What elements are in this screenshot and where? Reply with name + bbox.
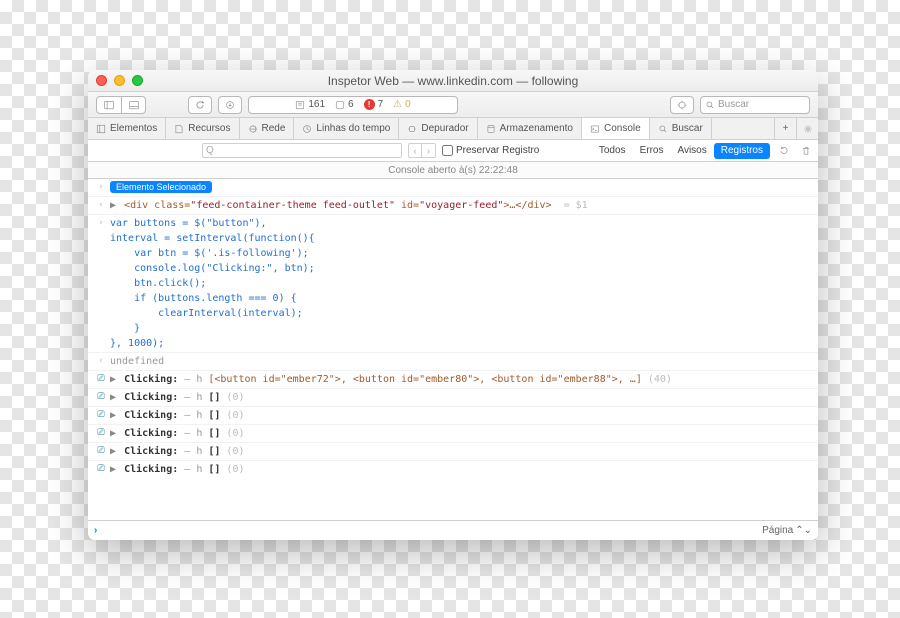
seg-erros[interactable]: Erros (633, 143, 671, 159)
execution-context-selector[interactable]: Página ⌃⌄ (762, 525, 812, 536)
tab-linhas[interactable]: Linhas do tempo (294, 118, 399, 139)
log-row[interactable]: ⎚ ▶ Clicking: – h [] (0) (88, 443, 818, 461)
chevron-updown-icon: ⌃⌄ (795, 525, 812, 536)
selected-element-badge: Elemento Selecionado (110, 181, 212, 193)
sidebar-left-icon[interactable] (97, 97, 121, 113)
preserve-log-checkbox[interactable]: Preservar Registro (442, 145, 539, 156)
issues-count: 6 (335, 99, 354, 110)
close-icon[interactable] (96, 75, 107, 86)
log-row[interactable]: ⎚ ▶ Clicking: – h [] (0) (88, 461, 818, 478)
script-input-row[interactable]: › var buttons = $("button"), interval = … (88, 215, 818, 353)
undefined-row: ‹ undefined (88, 353, 818, 371)
div-preview-row[interactable]: ‹ ▶ <div class="feed-container-theme fee… (88, 197, 818, 215)
toolbar-search[interactable]: Buscar (700, 96, 810, 114)
tab-buscar[interactable]: Buscar (650, 118, 712, 139)
zoom-icon[interactable] (132, 75, 143, 86)
errors-count: !7 (364, 99, 384, 110)
search-icon (705, 100, 715, 110)
trash-icon[interactable] (798, 143, 814, 159)
log-row[interactable]: ⎚ ▶ Clicking: – h [] (0) (88, 407, 818, 425)
console-prompt-bar: › Página ⌃⌄ (88, 520, 818, 540)
console-filter-input[interactable]: Q (202, 143, 402, 158)
gear-icon[interactable] (796, 118, 818, 139)
tab-elementos[interactable]: Elementos (88, 118, 166, 139)
tab-console[interactable]: Console (582, 118, 650, 139)
prompt-chevron-icon[interactable]: › (94, 525, 97, 536)
seg-todos[interactable]: Todos (592, 143, 633, 159)
devtools-window: Inspetor Web — www.linkedin.com — follow… (88, 70, 818, 540)
warnings-count: ⚠0 (393, 99, 411, 110)
traffic-lights (96, 75, 143, 86)
tab-rede[interactable]: Rede (240, 118, 295, 139)
address-summary[interactable]: 161 6 !7 ⚠0 (248, 96, 458, 114)
filter-nav: ‹ › (408, 143, 436, 158)
titlebar: Inspetor Web — www.linkedin.com — follow… (88, 70, 818, 92)
log-level-segment: Todos Erros Avisos Registros (592, 143, 770, 159)
panel-tabs: Elementos Recursos Rede Linhas do tempo … (88, 118, 818, 140)
log-row[interactable]: ⎚ ▶ Clicking: – h [] (0) (88, 425, 818, 443)
selected-element-row: › Elemento Selecionado (88, 179, 818, 197)
window-title: Inspetor Web — www.linkedin.com — follow… (328, 74, 579, 88)
log-row[interactable]: ⎚ ▶ Clicking: – h [] (0) (88, 389, 818, 407)
seg-avisos[interactable]: Avisos (670, 143, 713, 159)
console-output[interactable]: › Elemento Selecionado ‹ ▶ <div class="f… (88, 179, 818, 520)
tab-armazenamento[interactable]: Armazenamento (478, 118, 582, 139)
error-icon: ! (364, 99, 375, 110)
download-icon[interactable] (218, 96, 242, 114)
log-row-first[interactable]: ⎚ ▶ Clicking: – h [<button id="ember72">… (88, 371, 818, 389)
next-icon[interactable]: › (422, 143, 436, 158)
tab-depurador[interactable]: Depurador (399, 118, 477, 139)
tab-recursos[interactable]: Recursos (166, 118, 239, 139)
resources-count: 161 (295, 99, 325, 110)
console-open-status: Console aberto à(s) 22:22:48 (88, 162, 818, 179)
minimize-icon[interactable] (114, 75, 125, 86)
warning-icon: ⚠ (393, 99, 402, 110)
inspect-element-icon[interactable] (670, 96, 694, 114)
seg-registros[interactable]: Registros (714, 143, 770, 159)
prev-icon[interactable]: ‹ (408, 143, 422, 158)
layout-toggle (96, 96, 146, 114)
main-toolbar: 161 6 !7 ⚠0 Buscar (88, 92, 818, 118)
new-tab-icon[interactable]: + (774, 118, 796, 139)
sidebar-bottom-icon[interactable] (121, 97, 145, 113)
refresh-icon[interactable] (776, 143, 792, 159)
reload-icon[interactable] (188, 96, 212, 114)
console-filter-bar: Q ‹ › Preservar Registro Todos Erros Avi… (88, 140, 818, 162)
